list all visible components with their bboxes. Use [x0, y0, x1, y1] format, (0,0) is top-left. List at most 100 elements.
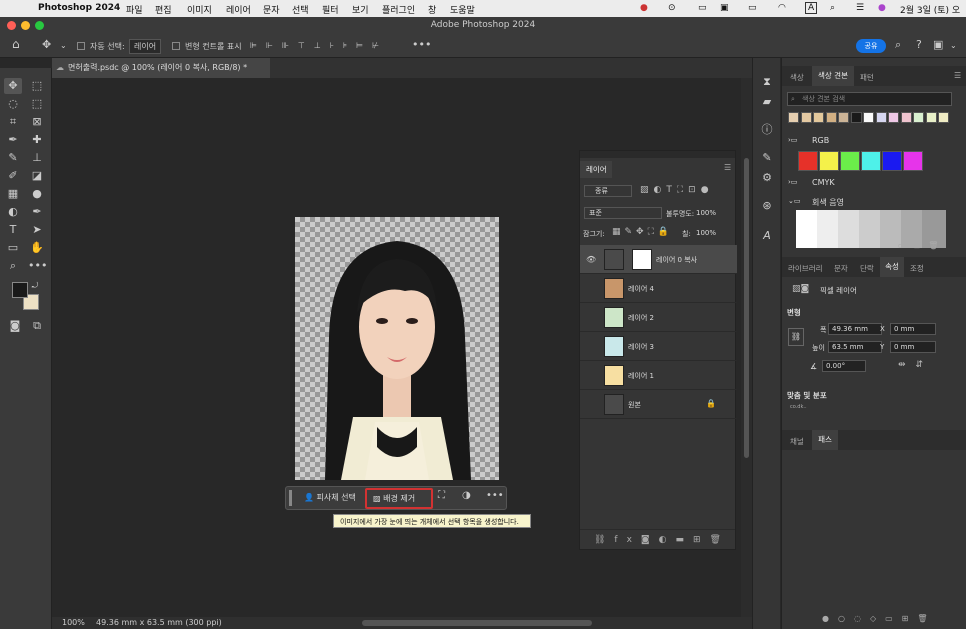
input-source-icon[interactable]: A — [805, 2, 818, 14]
x-input[interactable] — [890, 323, 936, 335]
layer-row[interactable]: 레이어 1 — [580, 361, 737, 390]
lock-icons[interactable]: ▦✎✥⛶🔒 — [612, 227, 673, 237]
foreground-color-swatch[interactable] — [12, 282, 28, 298]
gradient-tool-icon[interactable]: ▦ — [4, 186, 22, 202]
link-icon[interactable]: ⛓ — [788, 328, 804, 346]
layer-row[interactable]: 레이어 3 — [580, 332, 737, 361]
scrollbar-thumb[interactable] — [744, 158, 749, 458]
remove-background-button[interactable]: ▨ 배경 제거 — [365, 488, 433, 509]
swatches-search-input[interactable]: ⌕ 색상 견본 검색 — [787, 92, 952, 106]
dodge-tool-icon[interactable]: ◐ — [4, 204, 22, 220]
tab-character[interactable]: 문자 — [834, 263, 848, 274]
height-input[interactable] — [828, 341, 882, 353]
swatch[interactable] — [800, 112, 812, 123]
swatch[interactable] — [900, 112, 912, 123]
brush-presets-icon[interactable]: ⚙ — [758, 170, 776, 186]
battery-icon[interactable]: ▭ — [748, 3, 757, 13]
vertical-scrollbar[interactable] — [741, 78, 752, 617]
swatch[interactable] — [840, 151, 860, 171]
tab-libraries[interactable]: 라이브러리 — [788, 263, 823, 274]
zoom-tool-icon[interactable]: ⌕ — [4, 258, 22, 274]
menu-file[interactable]: 파일 — [126, 3, 143, 16]
minimize-window-button[interactable] — [21, 21, 30, 30]
app-menu[interactable]: Photoshop 2024 — [38, 3, 120, 13]
lasso-tool-icon[interactable]: ◌ — [4, 96, 22, 112]
align-section-header[interactable]: 맞춤 및 분포 — [787, 390, 827, 401]
adjustment-icon[interactable]: ◑ — [462, 490, 476, 506]
eraser-tool-icon[interactable]: ◪ — [28, 168, 46, 184]
move-tool-icon[interactable]: ✥ — [4, 78, 22, 94]
chevron-down-icon[interactable]: ⌄ — [950, 41, 957, 50]
history-icon[interactable]: ⧗ — [758, 74, 776, 90]
document-image[interactable] — [295, 217, 499, 480]
tab-adjustments[interactable]: 조정 — [910, 263, 924, 274]
brush-settings-icon[interactable]: ✎ — [758, 150, 776, 166]
search-icon[interactable]: ⌕ — [830, 3, 835, 13]
chevron-down-icon[interactable]: ⌄ — [60, 41, 67, 50]
comments-icon[interactable]: ▰ — [758, 94, 776, 110]
tab-layers[interactable]: 레이어 — [580, 161, 612, 178]
layer-row[interactable]: 원본 🔒 — [580, 390, 737, 419]
frame-tool-icon[interactable]: ⊠ — [28, 114, 46, 130]
notification-icon[interactable]: ● — [640, 3, 648, 13]
zoom-window-button[interactable] — [35, 21, 44, 30]
wifi-icon[interactable]: ◠ — [778, 3, 786, 13]
swatch[interactable] — [788, 112, 799, 123]
menu-plugins[interactable]: 플러그인 — [382, 3, 415, 16]
swatch[interactable] — [863, 112, 874, 123]
history-brush-tool-icon[interactable]: ✐ — [4, 168, 22, 184]
layer-dropdown[interactable]: 레이어 — [129, 39, 162, 54]
tab-channels[interactable]: 채널 — [790, 436, 804, 447]
opacity-value[interactable]: 100% — [696, 209, 716, 217]
pen-tool-icon[interactable]: ✒ — [28, 204, 46, 220]
flip-icons[interactable]: ⇹⇵ — [898, 360, 933, 370]
angle-input[interactable] — [822, 360, 866, 372]
fill-value[interactable]: 100% — [696, 229, 716, 237]
swap-colors-icon[interactable]: ⤾ — [30, 278, 40, 294]
swatch-actions[interactable]: ▭⊞🗑 — [898, 241, 946, 250]
document-tab[interactable]: ☁ 면허출력.psdc @ 100% (레이어 0 복사, RGB/8) * — [52, 58, 270, 78]
search-icon[interactable]: ⌕ — [895, 38, 901, 52]
healing-brush-tool-icon[interactable]: ✚ — [28, 132, 46, 148]
clone-source-icon[interactable]: ⊛ — [758, 198, 776, 214]
menu-view[interactable]: 보기 — [352, 3, 369, 16]
tab-paths[interactable]: 패스 — [812, 430, 838, 450]
tab-patterns[interactable]: 패턴 — [860, 72, 874, 83]
eyedropper-tool-icon[interactable]: ✒ — [4, 132, 22, 148]
workspace-icon[interactable]: ▣ — [933, 38, 943, 51]
blur-tool-icon[interactable]: ● — [28, 186, 46, 202]
brush-tool-icon[interactable]: ✎ — [4, 150, 22, 166]
path-selection-tool-icon[interactable]: ➤ — [28, 222, 46, 238]
glyphs-icon[interactable]: A — [758, 228, 776, 244]
help-icon[interactable]: ? — [916, 38, 922, 51]
layer-mask-thumbnail[interactable] — [632, 249, 652, 270]
tab-swatches[interactable]: 색상 견본 — [812, 66, 854, 86]
more-options-icon[interactable]: ••• — [412, 38, 431, 51]
swatch[interactable] — [819, 151, 839, 171]
media-icon[interactable]: ▣ — [720, 3, 729, 13]
tab-properties[interactable]: 속성 — [880, 257, 904, 277]
home-icon[interactable]: ⌂ — [12, 37, 20, 51]
swatch[interactable] — [913, 112, 924, 123]
swatch[interactable] — [903, 151, 923, 171]
menu-filter[interactable]: 필터 — [322, 3, 339, 16]
crop-tool-icon[interactable]: ⌗ — [4, 114, 22, 130]
hand-tool-icon[interactable]: ✋ — [28, 240, 46, 256]
swatch-group-rgb[interactable]: RGB — [812, 136, 829, 145]
align-icons[interactable]: ⊫⊩⊪⊤⊥⊦⊧⊨⊬ — [250, 41, 388, 50]
swatch[interactable] — [850, 112, 862, 123]
layer-row[interactable]: 👁 레이어 0 복사 — [580, 245, 737, 274]
menu-help[interactable]: 도움말 — [450, 3, 475, 16]
tab-color[interactable]: 색상 — [790, 72, 804, 83]
menu-layer[interactable]: 레이어 — [226, 3, 251, 16]
transform-controls-checkbox[interactable] — [172, 42, 180, 50]
type-tool-icon[interactable]: T — [4, 222, 22, 238]
swatch[interactable] — [938, 112, 949, 123]
swatch[interactable] — [925, 112, 937, 123]
layer-actions[interactable]: ⛓fx◙◐▬⊞🗑 — [580, 529, 735, 549]
swatch[interactable] — [875, 112, 887, 123]
stamp-tool-icon[interactable]: ⊥ — [28, 150, 46, 166]
drag-handle[interactable] — [289, 490, 292, 506]
more-options-icon[interactable]: ••• — [486, 490, 504, 506]
swatch[interactable] — [798, 151, 818, 171]
